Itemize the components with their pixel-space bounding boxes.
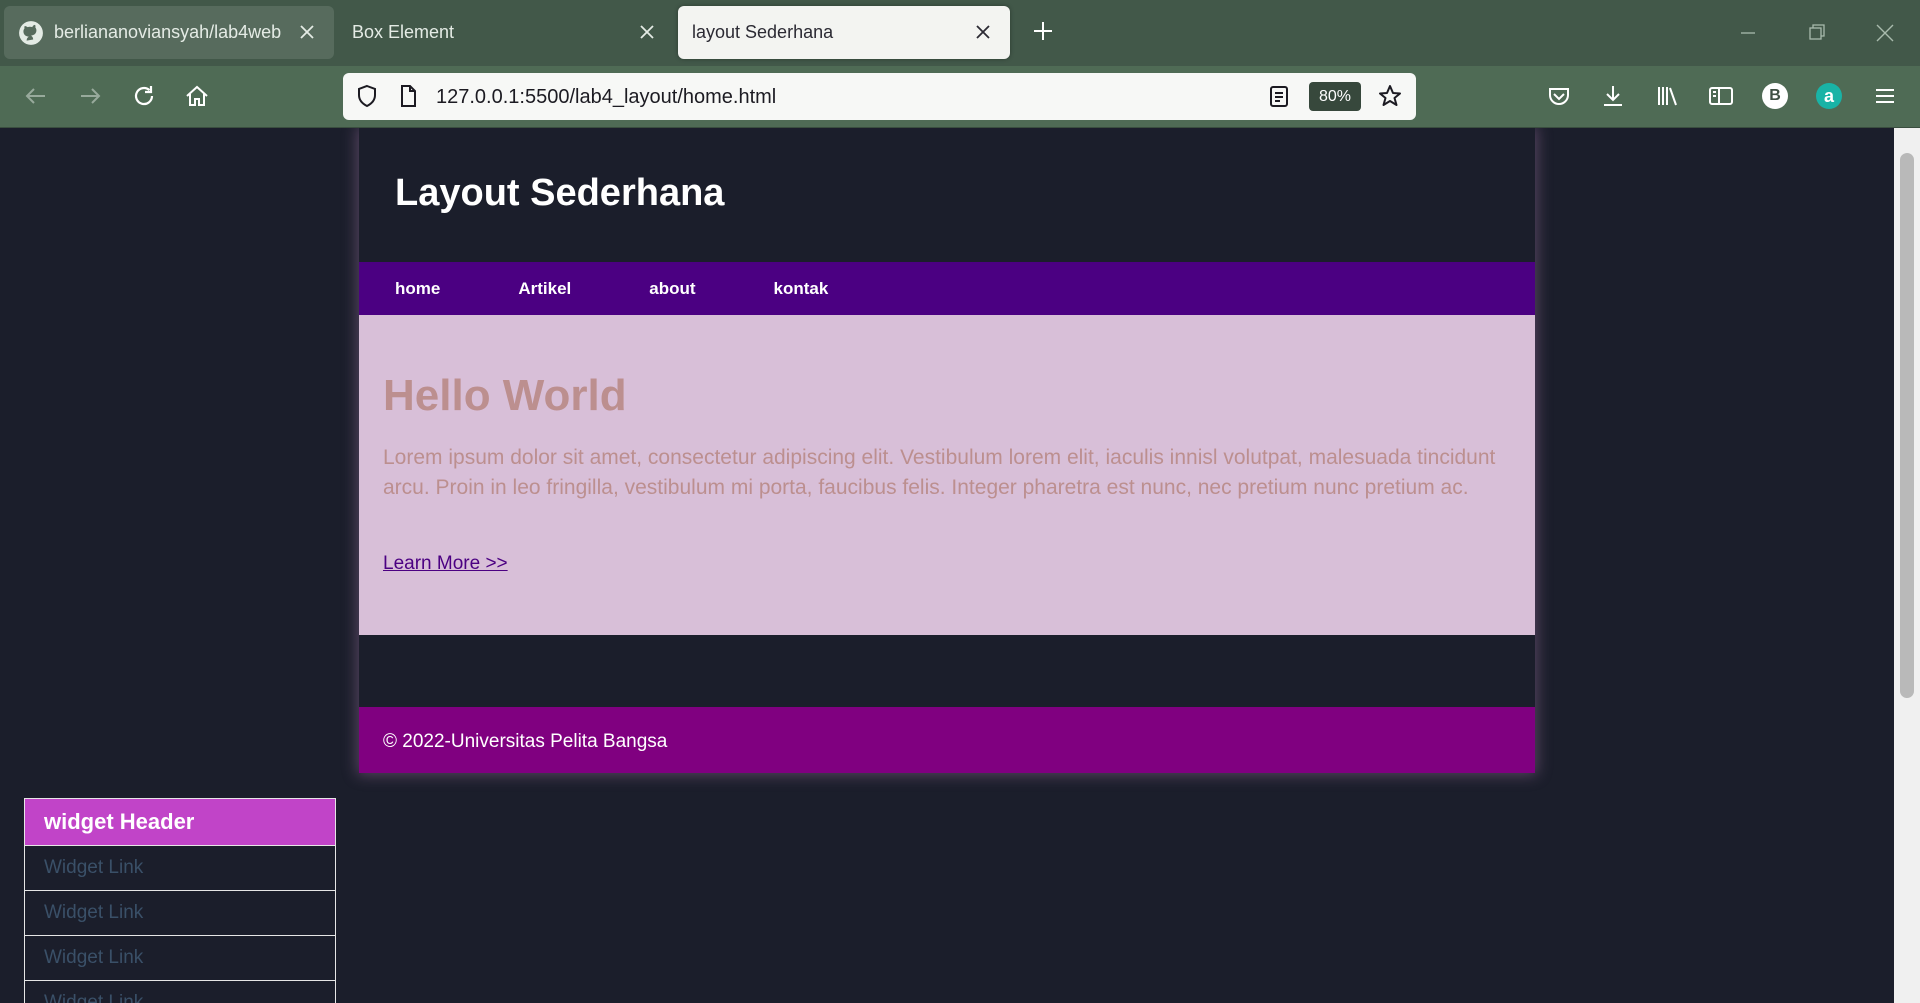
library-icon[interactable] (1652, 81, 1682, 111)
back-icon[interactable] (21, 81, 51, 111)
shield-icon[interactable] (354, 83, 380, 109)
bookmark-star-icon[interactable] (1377, 83, 1403, 109)
tab-github[interactable]: berliananoviansyah/lab4web (4, 6, 334, 59)
profile-avatar[interactable]: B (1762, 83, 1788, 109)
close-tab-icon[interactable] (294, 19, 320, 45)
site-footer: © 2022-Universitas Pelita Bangsa (359, 707, 1535, 773)
nav-link-artikel[interactable]: Artikel (518, 279, 571, 299)
reload-icon[interactable] (129, 81, 159, 111)
extension-icon[interactable]: a (1816, 83, 1842, 109)
footer-text: © 2022-Universitas Pelita Bangsa (383, 731, 668, 752)
widget-link[interactable]: Widget Link (25, 845, 335, 890)
zoom-indicator[interactable]: 80% (1309, 82, 1361, 111)
hero-section: Hello World Lorem ipsum dolor sit amet, … (359, 315, 1535, 635)
forward-icon[interactable] (75, 81, 105, 111)
restore-icon[interactable] (1804, 20, 1830, 46)
home-icon[interactable] (182, 81, 212, 111)
widget-link[interactable]: Widget Link (25, 935, 335, 980)
tab-strip: berliananoviansyah/lab4web Box Element l… (0, 0, 1920, 66)
pocket-icon[interactable] (1544, 81, 1574, 111)
content-area (359, 635, 1535, 707)
new-tab-icon[interactable] (1028, 16, 1058, 46)
download-icon[interactable] (1598, 81, 1628, 111)
url-text: 127.0.0.1:5500/lab4_layout/home.html (436, 86, 777, 108)
tab-label: berliananoviansyah/lab4web (54, 22, 282, 42)
tab-label: Box Element (352, 22, 455, 42)
widget-link[interactable]: Widget Link (25, 980, 335, 1003)
page-viewport: Layout Sederhana home Artikel about kont… (0, 128, 1894, 1003)
tab-layout-sederhana[interactable]: layout Sederhana (678, 6, 1010, 59)
close-tab-icon[interactable] (634, 19, 660, 45)
tab-box-element[interactable]: Box Element (338, 6, 674, 59)
site-title: Layout Sederhana (395, 172, 725, 214)
learn-more-link[interactable]: Learn More >> (383, 553, 508, 575)
reader-view-icon[interactable] (1266, 83, 1292, 109)
widget-box: widget Header Widget Link Widget Link Wi… (24, 798, 336, 1003)
vertical-scrollbar[interactable] (1894, 128, 1920, 1003)
minimize-icon[interactable] (1735, 20, 1761, 46)
hero-heading: Hello World (383, 371, 627, 420)
close-window-icon[interactable] (1872, 20, 1898, 46)
github-icon (19, 20, 43, 45)
menu-icon[interactable] (1870, 81, 1900, 111)
main-nav: home Artikel about kontak (359, 262, 1535, 315)
widget-header: widget Header (25, 799, 335, 845)
tab-label: layout Sederhana (692, 22, 834, 42)
address-bar[interactable]: 127.0.0.1:5500/lab4_layout/home.html 80% (343, 73, 1416, 120)
nav-link-kontak[interactable]: kontak (774, 279, 829, 299)
page-info-icon[interactable] (395, 83, 421, 109)
widget-link[interactable]: Widget Link (25, 890, 335, 935)
layout-container: Layout Sederhana home Artikel about kont… (359, 128, 1535, 773)
nav-link-home[interactable]: home (395, 279, 440, 299)
sidebar-icon[interactable] (1706, 81, 1736, 111)
site-header: Layout Sederhana (359, 128, 1535, 262)
close-tab-icon[interactable] (970, 19, 996, 45)
nav-link-about[interactable]: about (649, 279, 695, 299)
scrollbar-thumb[interactable] (1900, 153, 1914, 698)
hero-body-text: Lorem ipsum dolor sit amet, consectetur … (383, 446, 1496, 499)
